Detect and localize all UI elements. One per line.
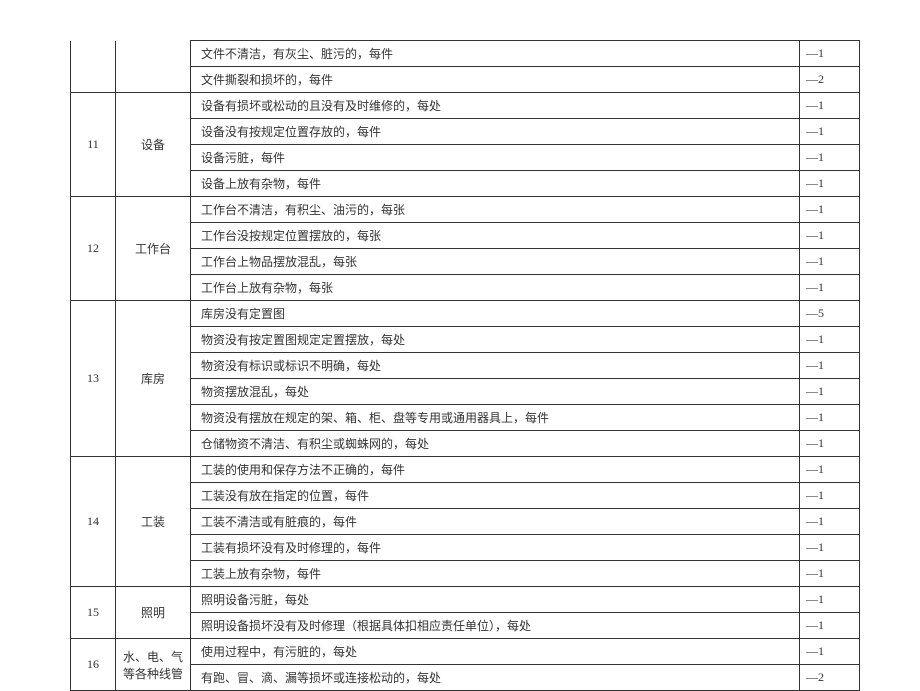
table-row: 14工装工装的使用和保存方法不正确的，每件—1 <box>71 457 860 483</box>
description-cell: 工装上放有杂物，每件 <box>191 561 800 587</box>
description-cell: 文件不清洁，有灰尘、脏污的，每件 <box>191 41 800 67</box>
score-cell: —1 <box>800 561 860 587</box>
row-number: 15 <box>71 587 116 639</box>
description-cell: 物资没有摆放在规定的架、箱、柜、盘等专用或通用器具上，每件 <box>191 405 800 431</box>
score-cell: —1 <box>800 171 860 197</box>
score-cell: —1 <box>800 587 860 613</box>
row-number: 14 <box>71 457 116 587</box>
table-row: 16水、电、气等各种线管使用过程中，有污脏的，每处—1 <box>71 639 860 665</box>
score-cell: —2 <box>800 665 860 691</box>
row-number: 12 <box>71 197 116 301</box>
description-cell: 照明设备损坏没有及时修理（根据具体扣相应责任单位），每处 <box>191 613 800 639</box>
score-cell: —1 <box>800 483 860 509</box>
score-cell: —1 <box>800 535 860 561</box>
score-cell: —1 <box>800 93 860 119</box>
row-number: 16 <box>71 639 116 691</box>
category-cell <box>116 41 191 93</box>
description-cell: 设备有损坏或松动的且没有及时维修的，每处 <box>191 93 800 119</box>
score-cell: —1 <box>800 639 860 665</box>
row-number: 11 <box>71 93 116 197</box>
score-cell: —1 <box>800 509 860 535</box>
description-cell: 物资没有按定置图规定定置摆放，每处 <box>191 327 800 353</box>
category-cell: 工装 <box>116 457 191 587</box>
score-cell: —1 <box>800 405 860 431</box>
description-cell: 设备污脏，每件 <box>191 145 800 171</box>
category-cell: 水、电、气等各种线管 <box>116 639 191 691</box>
score-cell: —5 <box>800 301 860 327</box>
description-cell: 工作台不清洁，有积尘、油污的，每张 <box>191 197 800 223</box>
table-row: 11设备设备有损坏或松动的且没有及时维修的，每处—1 <box>71 93 860 119</box>
description-cell: 设备没有按规定位置存放的，每件 <box>191 119 800 145</box>
description-cell: 文件撕裂和损坏的，每件 <box>191 67 800 93</box>
inspection-table: 文件不清洁，有灰尘、脏污的，每件—1文件撕裂和损坏的，每件—211设备设备有损坏… <box>70 40 860 691</box>
description-cell: 工装有损坏没有及时修理的，每件 <box>191 535 800 561</box>
category-cell: 照明 <box>116 587 191 639</box>
score-cell: —1 <box>800 457 860 483</box>
table-row: 13库房库房没有定置图—5 <box>71 301 860 327</box>
description-cell: 工装不清洁或有脏痕的，每件 <box>191 509 800 535</box>
score-cell: —1 <box>800 249 860 275</box>
category-cell: 工作台 <box>116 197 191 301</box>
row-number <box>71 41 116 93</box>
table-row: 15照明照明设备污脏，每处—1 <box>71 587 860 613</box>
description-cell: 物资摆放混乱，每处 <box>191 379 800 405</box>
description-cell: 有跑、冒、滴、漏等损坏或连接松动的，每处 <box>191 665 800 691</box>
description-cell: 工作台没按规定位置摆放的，每张 <box>191 223 800 249</box>
score-cell: —1 <box>800 327 860 353</box>
description-cell: 仓储物资不清洁、有积尘或蜘蛛网的，每处 <box>191 431 800 457</box>
table-row: 文件不清洁，有灰尘、脏污的，每件—1 <box>71 41 860 67</box>
score-cell: —1 <box>800 41 860 67</box>
score-cell: —1 <box>800 197 860 223</box>
score-cell: —1 <box>800 353 860 379</box>
description-cell: 照明设备污脏，每处 <box>191 587 800 613</box>
description-cell: 使用过程中，有污脏的，每处 <box>191 639 800 665</box>
description-cell: 工装的使用和保存方法不正确的，每件 <box>191 457 800 483</box>
description-cell: 工作台上放有杂物，每张 <box>191 275 800 301</box>
description-cell: 工装没有放在指定的位置，每件 <box>191 483 800 509</box>
score-cell: —1 <box>800 613 860 639</box>
row-number: 13 <box>71 301 116 457</box>
score-cell: —1 <box>800 223 860 249</box>
description-cell: 库房没有定置图 <box>191 301 800 327</box>
category-cell: 设备 <box>116 93 191 197</box>
score-cell: —1 <box>800 119 860 145</box>
table-row: 12工作台工作台不清洁，有积尘、油污的，每张—1 <box>71 197 860 223</box>
description-cell: 工作台上物品摆放混乱，每张 <box>191 249 800 275</box>
description-cell: 物资没有标识或标识不明确，每处 <box>191 353 800 379</box>
score-cell: —1 <box>800 431 860 457</box>
score-cell: —1 <box>800 379 860 405</box>
description-cell: 设备上放有杂物，每件 <box>191 171 800 197</box>
score-cell: —2 <box>800 67 860 93</box>
score-cell: —1 <box>800 145 860 171</box>
category-cell: 库房 <box>116 301 191 457</box>
score-cell: —1 <box>800 275 860 301</box>
